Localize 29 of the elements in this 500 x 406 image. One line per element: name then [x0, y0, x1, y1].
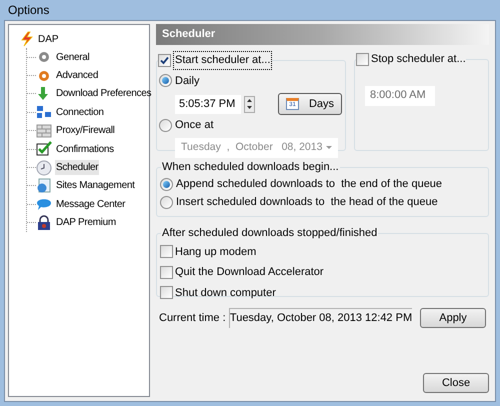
time-field[interactable]: 5:05:37 PM [175, 94, 241, 114]
checkbox-label[interactable]: Quit the Download Accelerator [175, 264, 324, 280]
checkbox-label[interactable]: Stop scheduler at... [371, 51, 466, 68]
radio-label[interactable]: Append scheduled downloads to the end of the queue [176, 176, 442, 193]
checkbox-label[interactable]: Shut down computer [175, 284, 276, 301]
tree-item[interactable]: Proxy/Firewall [55, 123, 116, 138]
tree-item[interactable]: DAP [38, 32, 59, 46]
radio-label[interactable]: Once at [175, 117, 214, 134]
current-time-field: Tuesday, October 08, 2013 12:42 PM [229, 308, 412, 328]
tree-item[interactable]: Confirmations [55, 142, 115, 157]
tree-item[interactable]: Download Preferences [55, 86, 152, 102]
current-time-label: Current time : [158, 310, 227, 326]
tree-item[interactable]: Connection [55, 104, 105, 120]
window-title: Options [8, 2, 50, 19]
tree-item[interactable]: Sites Management [55, 178, 136, 194]
tree-item[interactable]: DAP Premium [55, 215, 117, 230]
checkbox-label[interactable]: Start scheduler at... [173, 51, 272, 70]
group-title: When scheduled downloads begin... [161, 160, 340, 175]
close-button[interactable]: Close [423, 373, 489, 393]
panel-title: Scheduler [162, 27, 216, 42]
apply-button[interactable]: Apply [420, 308, 486, 328]
tree-item[interactable]: General [55, 50, 90, 65]
group-title: After scheduled downloads stopped/finished [161, 226, 378, 241]
checkbox-label[interactable]: Hang up modem [175, 244, 256, 260]
radio-label[interactable]: Daily [175, 72, 200, 89]
radio-label[interactable]: Insert scheduled downloads to the head of the queue [176, 194, 438, 211]
tree-item[interactable]: Scheduler [55, 160, 100, 176]
tree-item[interactable]: Advanced [55, 68, 100, 84]
tree-item[interactable]: Message Center [55, 196, 126, 212]
